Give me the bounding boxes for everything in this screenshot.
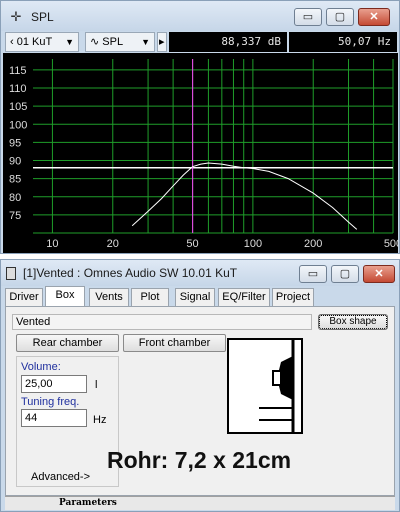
x-tick-label: 200 [304, 238, 322, 250]
minimize-icon: ▭ [302, 11, 314, 23]
y-tick-label: 85 [9, 174, 21, 186]
tab-signal[interactable]: Signal [175, 288, 215, 306]
maximize-button[interactable]: ▢ [331, 265, 359, 283]
front-chamber-button[interactable]: Front chamber [123, 334, 226, 352]
x-tick-label: 100 [244, 238, 262, 250]
frequency-readout: 50,07 Hz [289, 32, 397, 52]
tuning-freq-label: Tuning freq. [21, 396, 80, 408]
box-titlebar[interactable]: [1]Vented : Omnes Audio SW 10.01 KuT ▭ ▢… [1, 260, 399, 286]
y-tick-label: 95 [9, 137, 21, 149]
spl-toolbar: ‹ 01 KuT ▼ ∿ SPL ▼ ▸ 88,337 dB 50,07 Hz [5, 32, 397, 52]
box-window-title: [1]Vented : Omnes Audio SW 10.01 KuT [23, 266, 238, 280]
y-tick-label: 75 [9, 210, 21, 222]
port-dimension-annotation: Rohr: 7,2 x 21cm [107, 447, 292, 473]
spl-window-title: SPL [31, 10, 54, 24]
box-window: [1]Vented : Omnes Audio SW 10.01 KuT ▭ ▢… [0, 259, 400, 512]
tab-plot[interactable]: Plot [131, 288, 169, 306]
volume-label: Volume: [21, 361, 61, 373]
close-button[interactable]: ✕ [358, 8, 390, 26]
y-tick-label: 90 [9, 156, 21, 168]
curve-dropdown[interactable]: ∿ SPL ▼ [85, 32, 155, 52]
box-panel: Vented Box shape Rear chamber Front cham… [5, 306, 395, 496]
driver-dropdown-label: ‹ 01 KuT [10, 36, 53, 48]
tab-eq-filter[interactable]: EQ/Filter [218, 288, 270, 306]
minimize-button[interactable]: ▭ [294, 8, 322, 26]
chevron-down-icon: ▼ [141, 37, 150, 47]
close-button[interactable]: ✕ [363, 265, 395, 283]
y-tick-label: 105 [9, 101, 27, 113]
driver-dropdown[interactable]: ‹ 01 KuT ▼ [5, 32, 79, 52]
speaker-box-icon [6, 267, 16, 280]
y-tick-label: 110 [9, 83, 27, 95]
crosshair-icon: ✛ [10, 9, 22, 24]
box-diagram-svg [259, 340, 295, 432]
chevron-down-icon: ▼ [65, 37, 74, 47]
spl-response-line [131, 162, 358, 230]
close-icon: ✕ [369, 11, 379, 23]
rear-chamber-button[interactable]: Rear chamber [16, 334, 119, 352]
volume-unit: l [95, 379, 98, 391]
advanced-button[interactable]: Advanced-> [31, 471, 90, 483]
minimize-button[interactable]: ▭ [299, 265, 327, 283]
maximize-icon: ▢ [339, 268, 351, 280]
curve-dropdown-label: ∿ SPL [90, 36, 124, 48]
tuning-freq-unit: Hz [93, 414, 107, 426]
x-tick-label: 50 [186, 238, 198, 250]
box-name-field[interactable]: Vented [12, 314, 312, 330]
volume-input[interactable]: 25,00 [21, 375, 87, 393]
y-tick-label: 80 [9, 192, 21, 204]
tab-vents[interactable]: Vents [89, 288, 129, 306]
spl-window: ✛ SPL ▭ ▢ ✕ ‹ 01 KuT ▼ ∿ SPL ▼ ▸ 88,337 … [0, 0, 400, 254]
maximize-button[interactable]: ▢ [326, 8, 354, 26]
tuning-freq-input[interactable]: 44 [21, 409, 87, 427]
y-tick-label: 115 [9, 65, 27, 77]
box-diagram [227, 338, 303, 434]
maximize-icon: ▢ [334, 11, 346, 23]
status-bar: Parameters [5, 496, 395, 510]
arrow-right-icon: ▸ [159, 36, 165, 48]
x-tick-label: 20 [107, 238, 119, 250]
close-icon: ✕ [374, 268, 384, 280]
spl-chart-svg: 75 80 85 90 95 100 105 110 115 10 20 50 100 200 500 [9, 59, 398, 250]
driver-magnet-shape [272, 370, 282, 386]
spl-readout: 88,337 dB [169, 32, 287, 52]
rear-chamber-group: Volume: 25,00 l Tuning freq. 44 Hz [16, 356, 119, 487]
tab-driver[interactable]: Driver [5, 288, 43, 306]
spl-plot[interactable]: 75 80 85 90 95 100 105 110 115 10 20 50 100 200 500 [3, 53, 398, 253]
parameters-status-tab[interactable]: Parameters [59, 498, 117, 508]
y-tick-label: 100 [9, 119, 27, 131]
x-tick-label: 500 [384, 238, 398, 250]
spl-titlebar[interactable]: ✛ SPL ▭ ▢ ✕ [1, 1, 399, 31]
minimize-icon: ▭ [307, 268, 319, 280]
tab-box[interactable]: Box [45, 286, 85, 307]
x-tick-label: 10 [46, 238, 58, 250]
next-curve-button[interactable]: ▸ [157, 32, 167, 52]
tab-project[interactable]: Project [272, 288, 314, 306]
box-shape-button[interactable]: Box shape [318, 314, 388, 330]
